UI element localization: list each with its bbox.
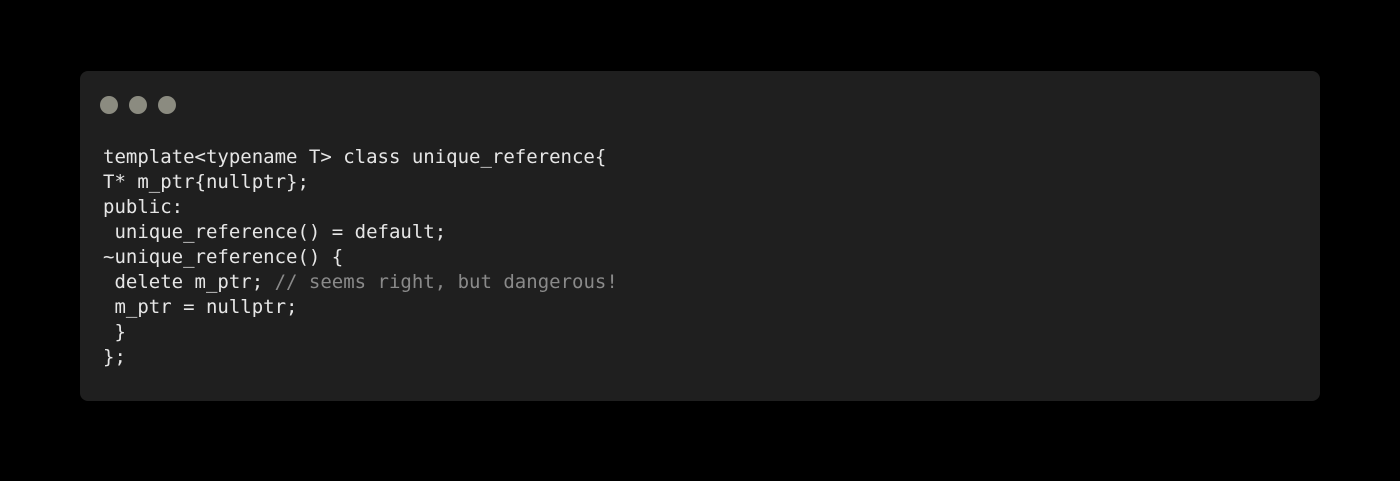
- zoom-dot-icon[interactable]: [158, 96, 176, 114]
- code-block: template<typename T> class unique_refere…: [103, 145, 618, 370]
- code-line-4: unique_reference() = default;: [103, 220, 618, 245]
- code-text: template<typename T> class unique_refere…: [103, 146, 607, 168]
- close-dot-icon[interactable]: [100, 96, 118, 114]
- code-line-1: template<typename T> class unique_refere…: [103, 145, 618, 170]
- code-line-9: };: [103, 345, 618, 370]
- code-line-7: m_ptr = nullptr;: [103, 295, 618, 320]
- code-comment: // seems right, but dangerous!: [274, 271, 618, 293]
- code-line-3: public:: [103, 195, 618, 220]
- code-line-6: delete m_ptr; // seems right, but danger…: [103, 270, 618, 295]
- minimize-dot-icon[interactable]: [129, 96, 147, 114]
- code-text: ~unique_reference() {: [103, 246, 344, 268]
- code-text: unique_reference() = default;: [103, 221, 447, 243]
- window-controls: [100, 96, 176, 114]
- code-text: }: [103, 321, 126, 343]
- code-text: delete m_ptr;: [103, 271, 275, 293]
- code-line-8: }: [103, 320, 618, 345]
- code-line-2: T* m_ptr{nullptr};: [103, 170, 618, 195]
- code-text: T* m_ptr{nullptr};: [103, 171, 309, 193]
- code-line-5: ~unique_reference() {: [103, 245, 618, 270]
- code-text: public:: [103, 196, 184, 218]
- code-text: };: [103, 346, 126, 368]
- code-window: template<typename T> class unique_refere…: [80, 71, 1320, 401]
- code-text: m_ptr = nullptr;: [103, 296, 298, 318]
